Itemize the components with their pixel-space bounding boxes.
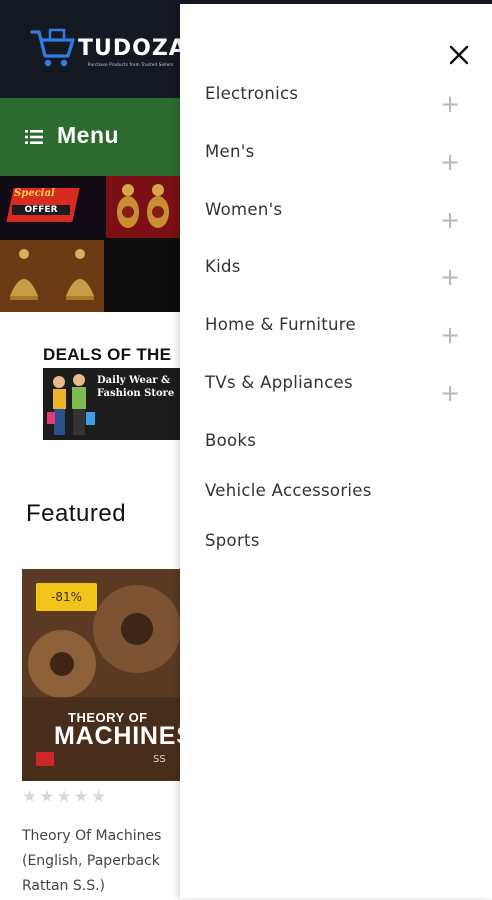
category-electronics[interactable]: Electronics + [180,76,492,120]
category-label: Men's [205,142,255,161]
jhumka-image [0,240,104,312]
deals-banner-line1: Daily Wear & [97,375,171,386]
star-icon: ★ [91,787,107,807]
logo-tagline: Purchase Products from Trusted Sellers [88,62,174,67]
category-label: Women's [205,200,283,219]
product-name-line1: Theory Of Machines [22,828,162,844]
category-home-furniture[interactable]: Home & Furniture + [180,307,492,351]
expand-plus-icon[interactable]: + [438,323,462,347]
jhumka-illustration [10,249,94,300]
deals-banner[interactable]: Daily Wear & Fashion Store [43,368,180,440]
deals-banner-text: Daily Wear & Fashion Store [97,374,174,400]
featured-section-title: Featured [26,500,127,527]
earrings-image [106,176,180,238]
special-offer-tile: Special OFFER [0,176,104,238]
promo-banner[interactable]: Special OFFER [0,176,180,312]
star-icon: ★ [56,787,72,807]
expand-plus-icon[interactable]: + [438,381,462,405]
offer-special-text: Special [14,188,55,199]
category-label: Sports [205,531,260,550]
earrings-illustration [117,184,169,228]
category-tvs-appliances[interactable]: TVs & Appliances + [180,365,492,409]
book-cover-author: SS [153,754,166,765]
expand-plus-icon[interactable]: + [438,265,462,289]
expand-plus-icon[interactable]: + [438,150,462,174]
discount-badge: -81% [36,583,97,611]
category-mens[interactable]: Men's + [180,134,492,178]
category-label: Kids [205,257,241,276]
logo-text[interactable]: TUDOZA [78,36,187,61]
offer-text: OFFER [12,205,70,215]
product-name-line2: (English, Paperback [22,853,160,869]
category-label: Books [205,431,257,450]
book-cover-title-line2: MACHINES [54,722,194,750]
product-name-line3: Rattan S.S.) [22,878,106,894]
deals-section-title: DEALS OF THE [43,345,172,364]
menu-label[interactable]: Menu [57,122,119,149]
star-icon: ★ [39,787,55,807]
rating-stars: ★ ★ ★ ★ ★ [22,788,106,806]
close-icon[interactable] [444,40,474,70]
category-womens[interactable]: Women's + [180,192,492,236]
publisher-logo-icon [36,752,54,766]
category-kids[interactable]: Kids + [180,249,492,293]
list-menu-icon[interactable] [25,130,43,144]
category-label: TVs & Appliances [205,373,353,392]
shoppers-illustration [47,374,95,435]
expand-plus-icon[interactable]: + [438,92,462,116]
category-label: Vehicle Accessories [205,481,372,500]
category-sports[interactable]: Sports [180,523,492,567]
product-name[interactable]: Theory Of Machines (English, Paperback R… [22,824,182,899]
category-books[interactable]: Books [180,423,492,467]
deals-banner-line2: Fashion Store [97,388,175,399]
category-label: Electronics [205,84,299,103]
star-icon: ★ [22,787,38,807]
expand-plus-icon[interactable]: + [438,208,462,232]
star-icon: ★ [73,787,89,807]
cart-logo-icon [30,28,75,67]
category-vehicle-accessories[interactable]: Vehicle Accessories [180,473,492,517]
category-label: Home & Furniture [205,315,356,334]
